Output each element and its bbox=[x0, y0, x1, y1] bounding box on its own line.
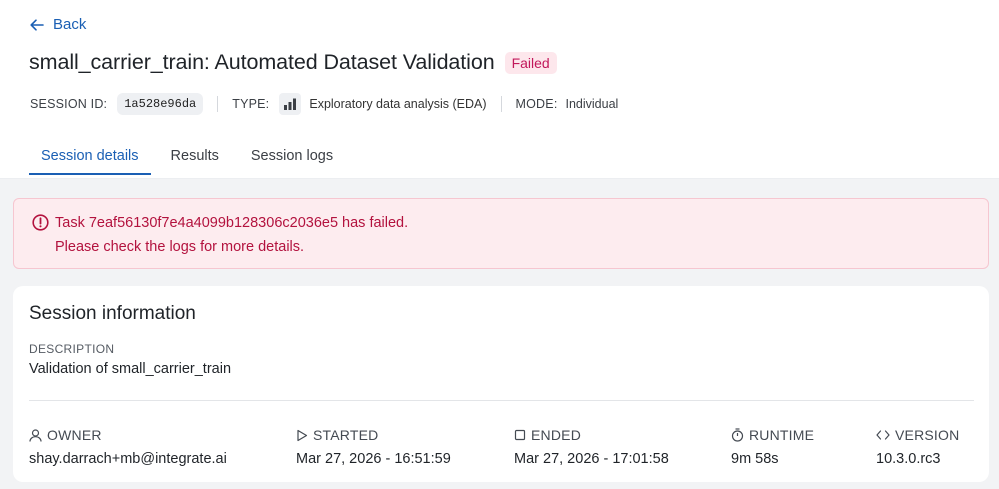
card-divider bbox=[29, 400, 974, 401]
meta-divider bbox=[217, 96, 219, 112]
session-info-card: Session information DESCRIPTION Validati… bbox=[13, 286, 989, 482]
alert-circle-icon bbox=[32, 214, 49, 231]
ended-field: ENDED Mar 27, 2026 - 17:01:58 bbox=[514, 427, 669, 467]
started-value: Mar 27, 2026 - 16:51:59 bbox=[296, 451, 451, 467]
back-link[interactable]: Back bbox=[30, 16, 86, 33]
page-header: Back small_carrier_train: Automated Data… bbox=[0, 0, 999, 179]
meta-divider bbox=[500, 96, 502, 112]
error-alert: Task 7eaf56130f7e4a4099b128306c2036e5 ha… bbox=[13, 198, 989, 269]
session-id-chip[interactable]: 1a528e96da bbox=[117, 93, 204, 115]
version-label: VERSION bbox=[895, 427, 960, 443]
session-id-label: SESSION ID: bbox=[30, 97, 108, 111]
alert-message: Task 7eaf56130f7e4a4099b128306c2036e5 ha… bbox=[55, 215, 409, 231]
mode-label: MODE: bbox=[515, 97, 558, 111]
ended-value: Mar 27, 2026 - 17:01:58 bbox=[514, 451, 669, 467]
stop-icon bbox=[514, 429, 526, 441]
main-content: Task 7eaf56130f7e4a4099b128306c2036e5 ha… bbox=[0, 179, 999, 489]
type-value: Exploratory data analysis (EDA) bbox=[309, 97, 487, 111]
back-label: Back bbox=[53, 16, 87, 33]
status-badge: Failed bbox=[504, 51, 557, 74]
type-label: TYPE: bbox=[232, 97, 270, 111]
session-meta: SESSION ID: 1a528e96da TYPE: Exploratory… bbox=[30, 93, 618, 115]
code-icon bbox=[876, 430, 890, 440]
mode-value: Individual bbox=[565, 97, 619, 111]
alert-detail: Please check the logs for more details. bbox=[55, 239, 305, 255]
tab-session-details[interactable]: Session details bbox=[29, 138, 151, 175]
runtime-label: RUNTIME bbox=[749, 427, 815, 443]
tab-bar: Session details Results Session logs bbox=[29, 138, 353, 178]
runtime-value: 9m 58s bbox=[731, 451, 779, 467]
title-row: small_carrier_train: Automated Dataset V… bbox=[29, 50, 557, 75]
started-field: STARTED Mar 27, 2026 - 16:51:59 bbox=[296, 427, 451, 467]
user-icon bbox=[29, 428, 42, 442]
description-value: Validation of small_carrier_train bbox=[29, 361, 232, 377]
play-icon bbox=[297, 429, 308, 441]
owner-value: shay.darrach+mb@integrate.ai bbox=[29, 451, 227, 467]
arrow-left-icon bbox=[30, 18, 44, 31]
owner-label: OWNER bbox=[47, 427, 102, 443]
stopwatch-icon bbox=[731, 428, 744, 442]
card-title: Session information bbox=[29, 303, 196, 324]
page-title: small_carrier_train: Automated Dataset V… bbox=[29, 50, 495, 74]
description-label: DESCRIPTION bbox=[29, 342, 115, 356]
version-value: 10.3.0.rc3 bbox=[876, 451, 941, 467]
runtime-field: RUNTIME 9m 58s bbox=[731, 427, 814, 467]
started-label: STARTED bbox=[313, 427, 379, 443]
tab-session-logs[interactable]: Session logs bbox=[239, 138, 345, 175]
ended-label: ENDED bbox=[531, 427, 582, 443]
bar-chart-icon bbox=[279, 93, 302, 115]
tab-results[interactable]: Results bbox=[159, 138, 231, 175]
owner-field: OWNER shay.darrach+mb@integrate.ai bbox=[29, 427, 227, 467]
version-field: VERSION 10.3.0.rc3 bbox=[876, 427, 959, 467]
